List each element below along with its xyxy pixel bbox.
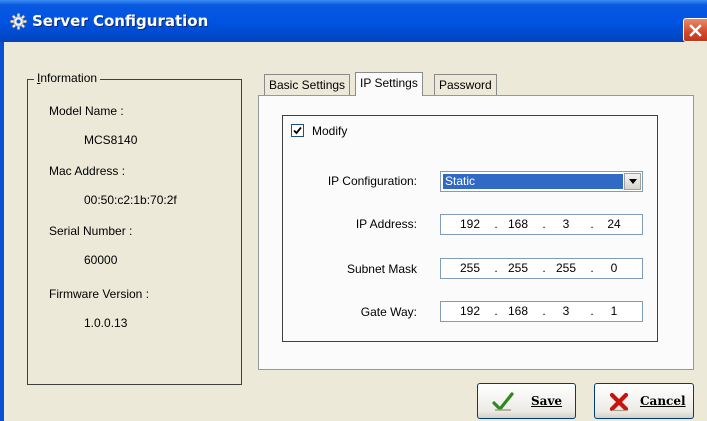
mac-address-value: 00:50:c2:1b:70:2f: [84, 193, 177, 207]
subnet-mask-label: Subnet Mask: [346, 262, 417, 276]
ip-address-input[interactable]: 192 . 168 . 3 . 24: [440, 214, 643, 235]
close-icon: [689, 24, 702, 37]
gateway-input[interactable]: 192 . 168 . 3 . 1: [440, 301, 643, 322]
gear-icon: [10, 13, 27, 30]
model-name-label: Model Name :: [49, 104, 124, 118]
model-name-value: MCS8140: [84, 133, 138, 147]
chevron-down-icon: [629, 179, 637, 184]
subnet-octet-3[interactable]: 255: [546, 261, 586, 275]
subnet-octet-2[interactable]: 255: [498, 261, 538, 275]
ip-octet-4[interactable]: 24: [594, 217, 634, 231]
tab-basic-settings[interactable]: Basic Settings: [264, 74, 351, 96]
gateway-octet-1[interactable]: 192: [450, 304, 490, 318]
cancel-button[interactable]: Cancel: [594, 383, 694, 419]
checkmark-icon: [492, 392, 514, 411]
window-title: Server Configuration: [32, 12, 209, 30]
gateway-octet-2[interactable]: 168: [498, 304, 538, 318]
ip-octet-3[interactable]: 3: [546, 217, 586, 231]
title-bar[interactable]: Server Configuration: [0, 0, 707, 42]
modify-checkbox[interactable]: [291, 124, 304, 137]
save-label: Save: [531, 394, 563, 408]
ip-octet-2[interactable]: 168: [498, 217, 538, 231]
ip-address-label: IP Address:: [355, 217, 417, 231]
ip-configuration-select[interactable]: Static: [440, 171, 643, 192]
serial-number-value: 60000: [84, 253, 118, 267]
gateway-octet-4[interactable]: 1: [594, 304, 634, 318]
ip-configuration-value: Static: [443, 174, 623, 189]
gateway-octet-3[interactable]: 3: [546, 304, 586, 318]
tab-password[interactable]: Password: [434, 74, 497, 96]
gateway-label: Gate Way:: [360, 305, 417, 319]
ip-configuration-label: IP Configuration:: [327, 174, 417, 188]
cancel-x-icon: [609, 392, 629, 412]
modify-label[interactable]: Modify: [312, 124, 347, 138]
subnet-octet-1[interactable]: 255: [450, 261, 490, 275]
save-button[interactable]: Save: [477, 383, 576, 419]
window-frame: [0, 42, 4, 421]
ip-octet-1[interactable]: 192: [450, 217, 490, 231]
checkmark-icon: [293, 126, 302, 135]
firmware-version-label: Firmware Version :: [49, 287, 150, 301]
close-button[interactable]: [683, 18, 707, 42]
information-legend: Information: [34, 71, 101, 85]
cancel-label: Cancel: [640, 394, 686, 408]
dropdown-button[interactable]: [624, 173, 641, 190]
firmware-version-value: 1.0.0.13: [84, 316, 128, 330]
mac-address-label: Mac Address :: [49, 164, 126, 178]
subnet-mask-input[interactable]: 255 . 255 . 255 . 0: [440, 258, 643, 279]
subnet-octet-4[interactable]: 0: [594, 261, 634, 275]
serial-number-label: Serial Number :: [49, 224, 133, 238]
tab-ip-settings[interactable]: IP Settings: [355, 72, 423, 96]
